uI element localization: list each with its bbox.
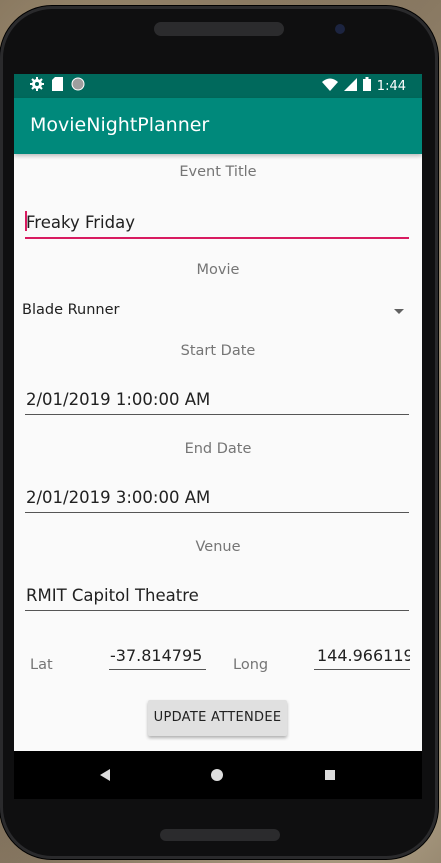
wifi-icon [321, 78, 338, 95]
sd-card-icon [52, 77, 63, 95]
event-title-value: Freaky Friday [26, 213, 135, 232]
lat-value: -37.814795 [110, 646, 203, 665]
movie-value: Blade Runner [22, 302, 120, 318]
back-icon[interactable] [100, 769, 110, 781]
venue-value: RMIT Capitol Theatre [26, 586, 199, 605]
front-camera [335, 24, 345, 34]
status-bar: 1:44 [14, 74, 422, 98]
navigation-bar [14, 751, 422, 799]
start-date-value: 2/01/2019 1:00:00 AM [26, 390, 211, 409]
movie-label: Movie [196, 262, 240, 278]
long-field[interactable]: 144.966119 [314, 641, 410, 670]
recent-apps-icon[interactable] [325, 770, 335, 780]
battery-icon [362, 77, 371, 95]
long-label: Long [233, 657, 269, 673]
dropdown-arrow-icon [394, 309, 404, 314]
start-date-field[interactable]: 2/01/2019 1:00:00 AM [25, 384, 409, 415]
lat-label: Lat [30, 657, 53, 673]
long-value: 144.966119 [317, 646, 410, 665]
device-screen: 1:44 MovieNightPlanner Event Title Freak… [14, 74, 422, 799]
signal-icon [343, 77, 357, 95]
event-title-label: Event Title [179, 164, 257, 180]
end-date-field[interactable]: 2/01/2019 3:00:00 AM [25, 482, 409, 513]
end-date-label: End Date [184, 441, 252, 457]
app-title: MovieNightPlanner [30, 114, 210, 136]
lat-field[interactable]: -37.814795 [109, 641, 206, 670]
bottom-speaker [160, 829, 280, 841]
earpiece-speaker [154, 22, 284, 36]
movie-spinner[interactable]: Blade Runner [14, 295, 422, 325]
start-date-label: Start Date [180, 343, 256, 359]
end-date-value: 2/01/2019 3:00:00 AM [26, 488, 211, 507]
event-title-field[interactable]: Freaky Friday [25, 207, 409, 239]
venue-label: Venue [195, 539, 241, 555]
venue-field[interactable]: RMIT Capitol Theatre [25, 580, 409, 611]
update-attendee-button[interactable]: UPDATE ATTENDEE [148, 700, 287, 736]
home-icon[interactable] [211, 769, 223, 781]
phone-frame: 1:44 MovieNightPlanner Event Title Freak… [0, 6, 438, 859]
circle-icon [71, 77, 85, 95]
gear-icon [30, 77, 44, 95]
app-bar: MovieNightPlanner [14, 98, 422, 154]
clock-time: 1:44 [376, 78, 406, 94]
